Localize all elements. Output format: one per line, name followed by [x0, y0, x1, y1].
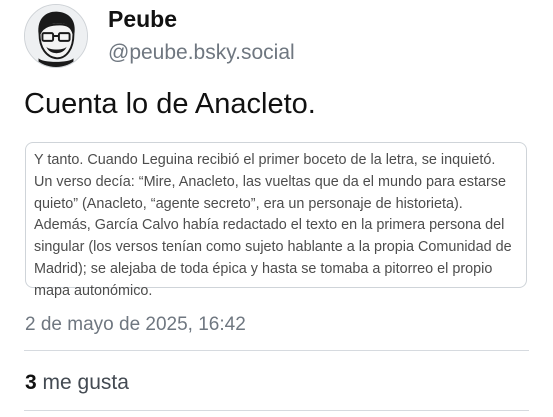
author-avatar[interactable] [24, 4, 88, 68]
quoted-image-text: Y tanto. Cuando Leguina recibió el prime… [34, 152, 512, 299]
author-display-name[interactable]: Peube [108, 6, 177, 33]
divider [24, 410, 529, 411]
cartoon-face-glasses-icon [25, 5, 87, 67]
post-text: Cuenta lo de Anacleto. [24, 88, 316, 120]
likes-label: me gusta [42, 371, 129, 394]
likes-stat[interactable]: 3 me gusta [25, 371, 129, 395]
quoted-image-card[interactable]: Y tanto. Cuando Leguina recibió el prime… [25, 142, 527, 299]
post-timestamp: 2 de mayo de 2025, 16:42 [25, 314, 246, 335]
likes-count: 3 [25, 371, 37, 394]
divider [24, 350, 529, 351]
author-handle[interactable]: @peube.bsky.social [108, 41, 295, 65]
